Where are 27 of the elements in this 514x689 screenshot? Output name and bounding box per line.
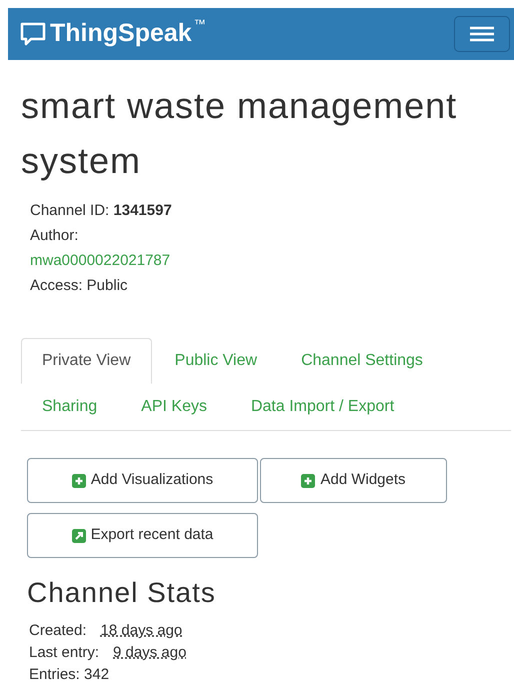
author-label: Author: xyxy=(30,226,80,246)
channel-title: smart waste management system xyxy=(21,84,458,183)
tab[interactable]: Public View xyxy=(154,338,278,384)
action-button[interactable]: Export recent data xyxy=(27,513,258,558)
export-square-icon xyxy=(72,528,86,542)
menu-icon xyxy=(469,26,495,42)
tab[interactable]: Data Import / Export xyxy=(230,384,416,430)
stat-label: Created: xyxy=(29,621,87,641)
plus-square-icon xyxy=(301,474,316,488)
tab[interactable]: API Keys xyxy=(120,384,228,430)
stat-value: 18 days ago xyxy=(100,621,182,641)
menu-button[interactable] xyxy=(454,16,510,52)
plus-square-icon xyxy=(72,474,86,488)
entries-count: Entries: 342 xyxy=(29,665,110,685)
action-button[interactable]: Add Visualizations xyxy=(27,458,258,503)
access-text: Access: Public xyxy=(30,276,129,296)
tab[interactable]: Private View xyxy=(21,338,152,384)
tab[interactable]: Sharing xyxy=(21,384,118,430)
action-button[interactable]: Add Widgets xyxy=(260,458,447,503)
stat-value: 9 days ago xyxy=(113,643,186,663)
tab[interactable]: Channel Settings xyxy=(280,338,444,384)
author-link[interactable]: mwa0000022021787 xyxy=(30,252,170,269)
section-heading: Channel Stats xyxy=(26,576,217,610)
speech-bubble-icon xyxy=(20,21,46,47)
channel-id: Channel ID: 1341597 xyxy=(30,201,173,221)
brand-logo[interactable]: ThingSpeak™ xyxy=(50,15,206,53)
stat-label: Last entry: xyxy=(29,643,100,663)
